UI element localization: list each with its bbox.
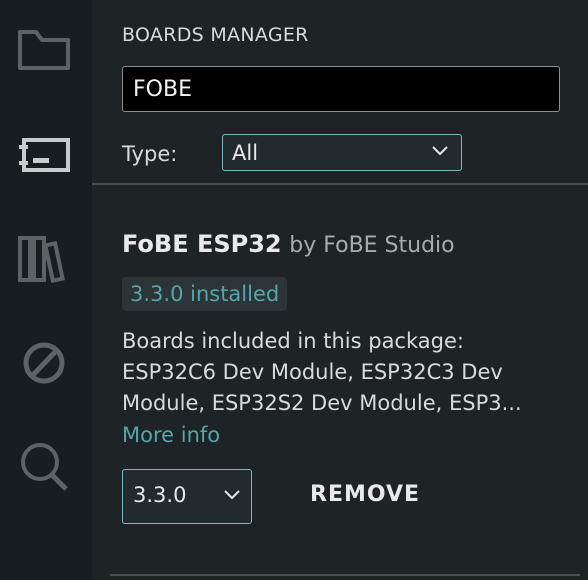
package-name: FoBE ESP32 <box>122 230 282 258</box>
app-window: BOARDS MANAGER Type: All FoBE ESP32 by F… <box>0 0 588 580</box>
chevron-down-icon <box>224 490 240 500</box>
board-icon[interactable] <box>16 126 74 182</box>
version-select[interactable]: 3.3.0 <box>122 469 252 524</box>
library-icon[interactable] <box>16 232 74 288</box>
description-line: Boards included in this package: <box>122 329 464 353</box>
panel-title: BOARDS MANAGER <box>122 24 309 46</box>
chevron-down-icon <box>432 146 448 156</box>
description-line: ESP32C6 Dev Module, ESP32C3 Dev <box>122 360 503 384</box>
remove-button[interactable]: REMOVE <box>310 482 420 507</box>
package-description: Boards included in this package: ESP32C6… <box>122 326 552 419</box>
version-select-value: 3.3.0 <box>133 483 187 507</box>
divider <box>92 183 588 185</box>
activity-bar <box>0 0 92 580</box>
type-filter-value: All <box>232 140 259 165</box>
divider <box>110 574 580 576</box>
package-title: FoBE ESP32 by FoBE Studio <box>122 230 455 258</box>
installed-version-badge: 3.3.0 installed <box>122 277 288 311</box>
search-icon[interactable] <box>16 440 74 496</box>
debug-icon[interactable] <box>16 336 74 392</box>
description-line: Module, ESP32S2 Dev Module, ESP3... <box>122 391 522 415</box>
folder-icon[interactable] <box>16 22 74 78</box>
type-filter-select[interactable]: All <box>222 134 462 171</box>
package-author: by FoBE Studio <box>289 233 455 258</box>
search-input[interactable] <box>122 66 560 112</box>
more-info-link[interactable]: More info <box>122 423 220 447</box>
type-filter-label: Type: <box>122 142 178 166</box>
boards-manager-panel: BOARDS MANAGER Type: All FoBE ESP32 by F… <box>92 0 588 580</box>
